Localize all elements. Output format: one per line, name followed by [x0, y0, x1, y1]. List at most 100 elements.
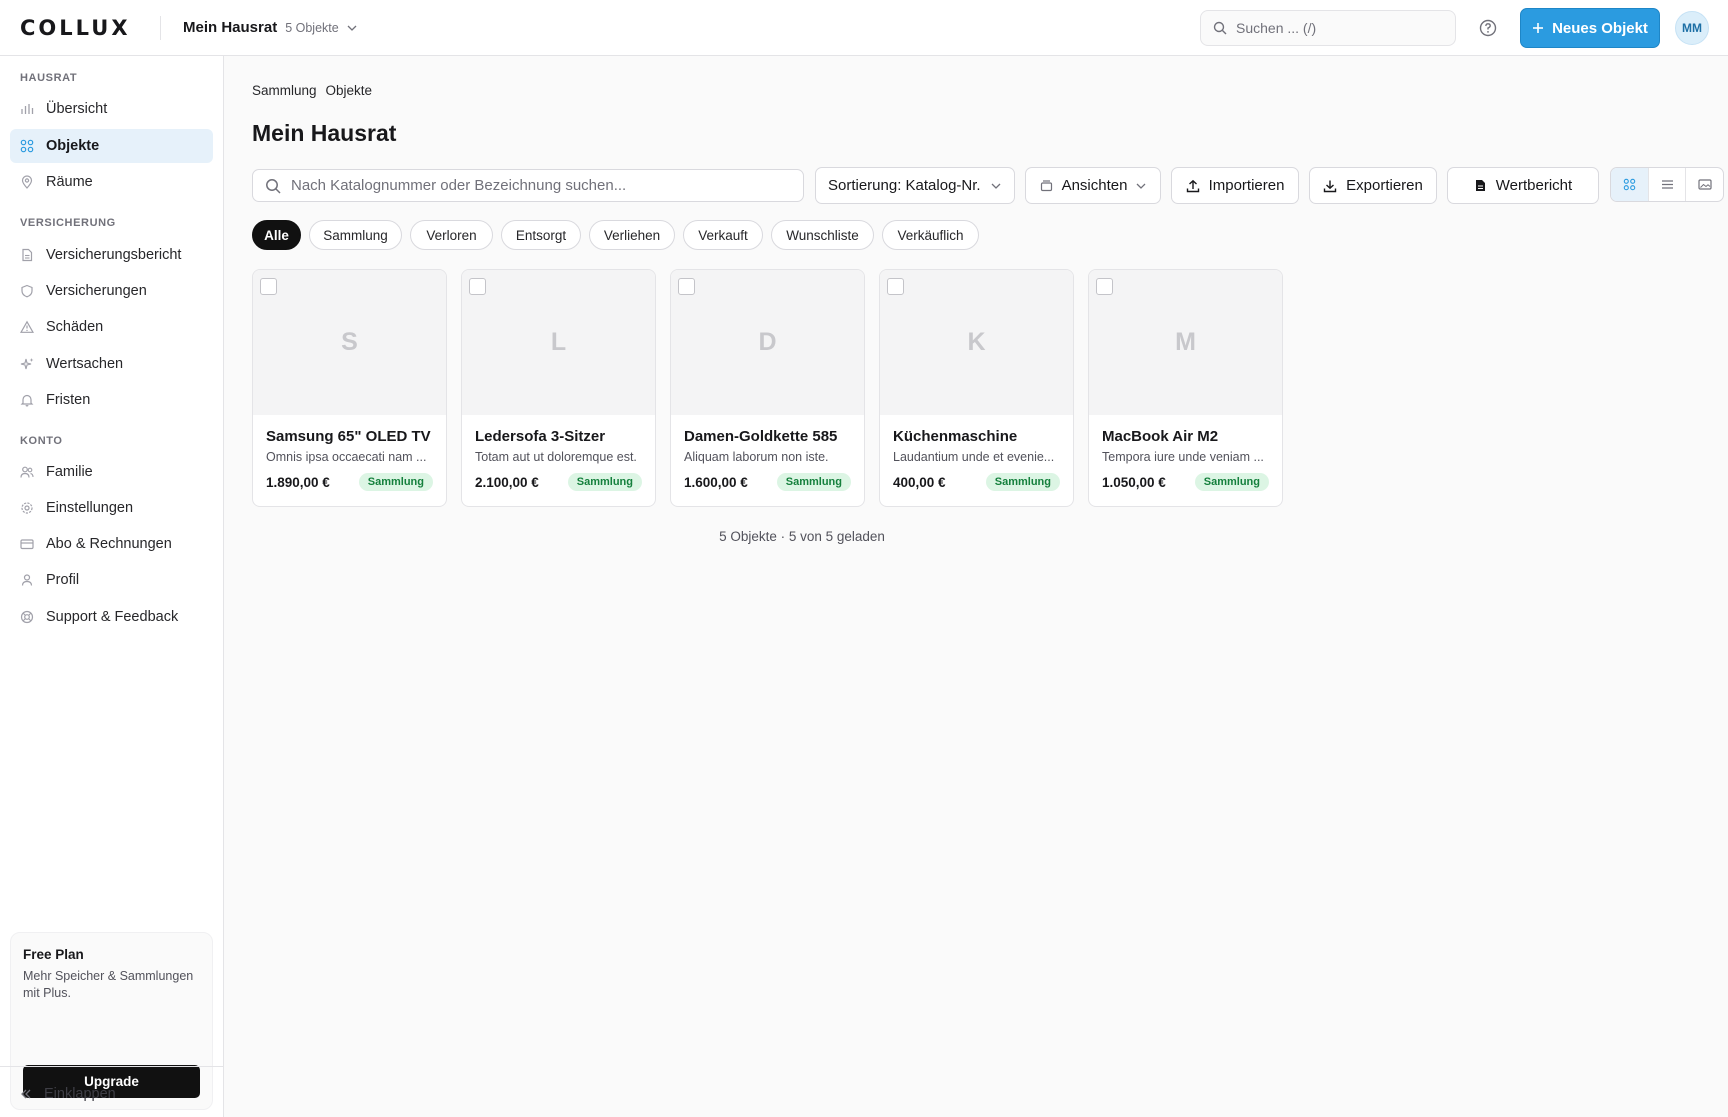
- section-title-konto: Konto: [20, 435, 63, 447]
- object-price: 400,00 €: [893, 474, 946, 490]
- sidebar-item-objekte[interactable]: Objekte: [10, 129, 213, 163]
- status-badge: Sammlung: [567, 473, 642, 491]
- credit-card-icon: [20, 539, 34, 550]
- sidebar-item-label: Objekte: [46, 138, 100, 154]
- avatar[interactable]: MM: [1675, 11, 1709, 45]
- chevron-down-icon: [1136, 183, 1146, 189]
- global-search[interactable]: [1200, 10, 1456, 46]
- filter-chip-verliehen[interactable]: Verliehen: [589, 220, 675, 250]
- upload-icon: [1186, 179, 1199, 192]
- sidebar-item-label: Versicherungen: [46, 283, 147, 299]
- breadcrumb-item-sammlung[interactable]: Sammlung: [252, 83, 317, 98]
- sidebar-item-abo-rechnungen[interactable]: Abo & Rechnungen: [10, 527, 213, 561]
- object-card[interactable]: L Ledersofa 3-Sitzer Totam aut ut dolore…: [461, 269, 656, 507]
- import-button[interactable]: Importieren: [1171, 167, 1299, 204]
- select-checkbox[interactable]: [1096, 278, 1113, 295]
- sidebar-divider: [0, 1066, 223, 1067]
- filter-chip-entsorgt[interactable]: Entsorgt: [501, 220, 581, 250]
- sort-label: Sortierung: Katalog-Nr.: [828, 177, 981, 194]
- export-button[interactable]: Exportieren: [1309, 167, 1437, 204]
- sidebar-item-versicherungsbericht[interactable]: Versicherungsbericht: [10, 238, 213, 272]
- object-thumbnail: K: [880, 270, 1073, 415]
- status-badge: Sammlung: [776, 473, 851, 491]
- collection-name: Mein Hausrat: [183, 19, 278, 36]
- sidebar-item-label: Einstellungen: [46, 500, 134, 516]
- grid-view-button[interactable]: [1611, 168, 1648, 201]
- object-title: MacBook Air M2: [1102, 428, 1219, 445]
- object-search[interactable]: [252, 169, 804, 202]
- grid-view-icon: [1623, 178, 1636, 191]
- list-view-icon: [1661, 180, 1673, 189]
- collection-count: 5 Objekte: [285, 20, 339, 35]
- chevron-down-icon: [347, 25, 357, 31]
- sidebar-item-familie[interactable]: Familie: [10, 455, 213, 489]
- bar-chart-icon: [21, 104, 34, 114]
- sidebar-item-label: Räume: [46, 174, 93, 190]
- new-object-label: Neues Objekt: [1552, 19, 1648, 37]
- object-initial: K: [967, 328, 986, 356]
- views-label: Ansichten: [1061, 177, 1128, 194]
- sidebar-item-label: Support & Feedback: [46, 609, 179, 625]
- select-checkbox[interactable]: [260, 278, 277, 295]
- gallery-view-button[interactable]: [1685, 168, 1723, 201]
- sidebar-item-wertsachen[interactable]: Wertsachen: [10, 347, 213, 381]
- value-report-button[interactable]: Wertbericht: [1447, 167, 1599, 204]
- plan-title: Free Plan: [23, 947, 84, 962]
- sort-dropdown[interactable]: Sortierung: Katalog-Nr.: [815, 167, 1015, 204]
- help-icon[interactable]: [1478, 18, 1498, 38]
- list-view-button[interactable]: [1647, 168, 1686, 201]
- object-price: 1.890,00 €: [266, 474, 330, 490]
- bell-icon: [20, 394, 34, 407]
- object-title: Küchenmaschine: [893, 428, 1018, 445]
- map-pin-icon: [21, 175, 33, 189]
- object-initial: S: [341, 328, 358, 356]
- logo[interactable]: COLLUX: [20, 16, 142, 40]
- select-checkbox[interactable]: [678, 278, 695, 295]
- sidebar-item-profil[interactable]: Profil: [10, 563, 213, 597]
- object-card[interactable]: M MacBook Air M2 Tempora iure unde venia…: [1088, 269, 1283, 507]
- breadcrumb-item-objekte: Objekte: [325, 83, 373, 98]
- page-title: Mein Hausrat: [252, 120, 397, 146]
- filter-chip-alle[interactable]: Alle: [252, 220, 301, 250]
- views-dropdown[interactable]: Ansichten: [1025, 167, 1161, 204]
- filter-chip-verloren[interactable]: Verloren: [410, 220, 493, 250]
- object-description: Totam aut ut doloremque est.: [475, 450, 637, 464]
- collection-switcher[interactable]: Mein Hausrat 5 Objekte: [183, 19, 357, 36]
- object-card[interactable]: D Damen-Goldkette 585 Aliquam laborum no…: [670, 269, 865, 507]
- sidebar-item-label: Versicherungsbericht: [46, 247, 182, 263]
- sidebar-item-versicherungen[interactable]: Versicherungen: [10, 274, 213, 308]
- select-checkbox[interactable]: [887, 278, 904, 295]
- sidebar-item-support-feedback[interactable]: Support & Feedback: [10, 600, 213, 634]
- sidebar-item-uebersicht[interactable]: Übersicht: [10, 92, 213, 126]
- object-thumbnail: S: [253, 270, 446, 415]
- object-description: Tempora iure unde veniam ...: [1102, 450, 1264, 464]
- collapse-sidebar-button[interactable]: Einklappen: [20, 1086, 116, 1102]
- export-label: Exportieren: [1346, 177, 1423, 194]
- object-initial: M: [1175, 328, 1196, 356]
- breadcrumb: Sammlung Objekte: [252, 83, 372, 98]
- select-checkbox[interactable]: [469, 278, 486, 295]
- object-description: Aliquam laborum non iste.: [684, 450, 829, 464]
- new-object-button[interactable]: Neues Objekt: [1520, 8, 1660, 48]
- sidebar-item-fristen[interactable]: Fristen: [10, 383, 213, 417]
- status-badge: Sammlung: [358, 473, 433, 491]
- object-price: 1.600,00 €: [684, 474, 748, 490]
- sidebar-item-label: Fristen: [46, 392, 91, 408]
- sidebar-item-schaeden[interactable]: Schäden: [10, 310, 213, 344]
- object-card[interactable]: K Küchenmaschine Laudantium unde et even…: [879, 269, 1074, 507]
- object-card[interactable]: S Samsung 65" OLED TV Omnis ipsa occaeca…: [252, 269, 447, 507]
- sidebar-item-raeume[interactable]: Räume: [10, 165, 213, 199]
- sidebar-item-einstellungen[interactable]: Einstellungen: [10, 491, 213, 525]
- object-title: Samsung 65" OLED TV: [266, 428, 431, 445]
- object-search-input[interactable]: [291, 177, 791, 194]
- object-description: Omnis ipsa occaecati nam ...: [266, 450, 427, 464]
- filter-chip-verkauft[interactable]: Verkauft: [683, 220, 763, 250]
- filter-chip-sammlung[interactable]: Sammlung: [309, 220, 402, 250]
- plus-icon: [1533, 23, 1544, 33]
- filter-chip-verkaeuflich[interactable]: Verkäuflich: [882, 220, 979, 250]
- download-icon: [1323, 180, 1337, 192]
- sidebar-item-label: Abo & Rechnungen: [46, 536, 172, 552]
- global-search-input[interactable]: [1236, 20, 1446, 36]
- toolbar: Sortierung: Katalog-Nr. Ansichten Import…: [252, 167, 1724, 204]
- filter-chip-wunschliste[interactable]: Wunschliste: [771, 220, 874, 250]
